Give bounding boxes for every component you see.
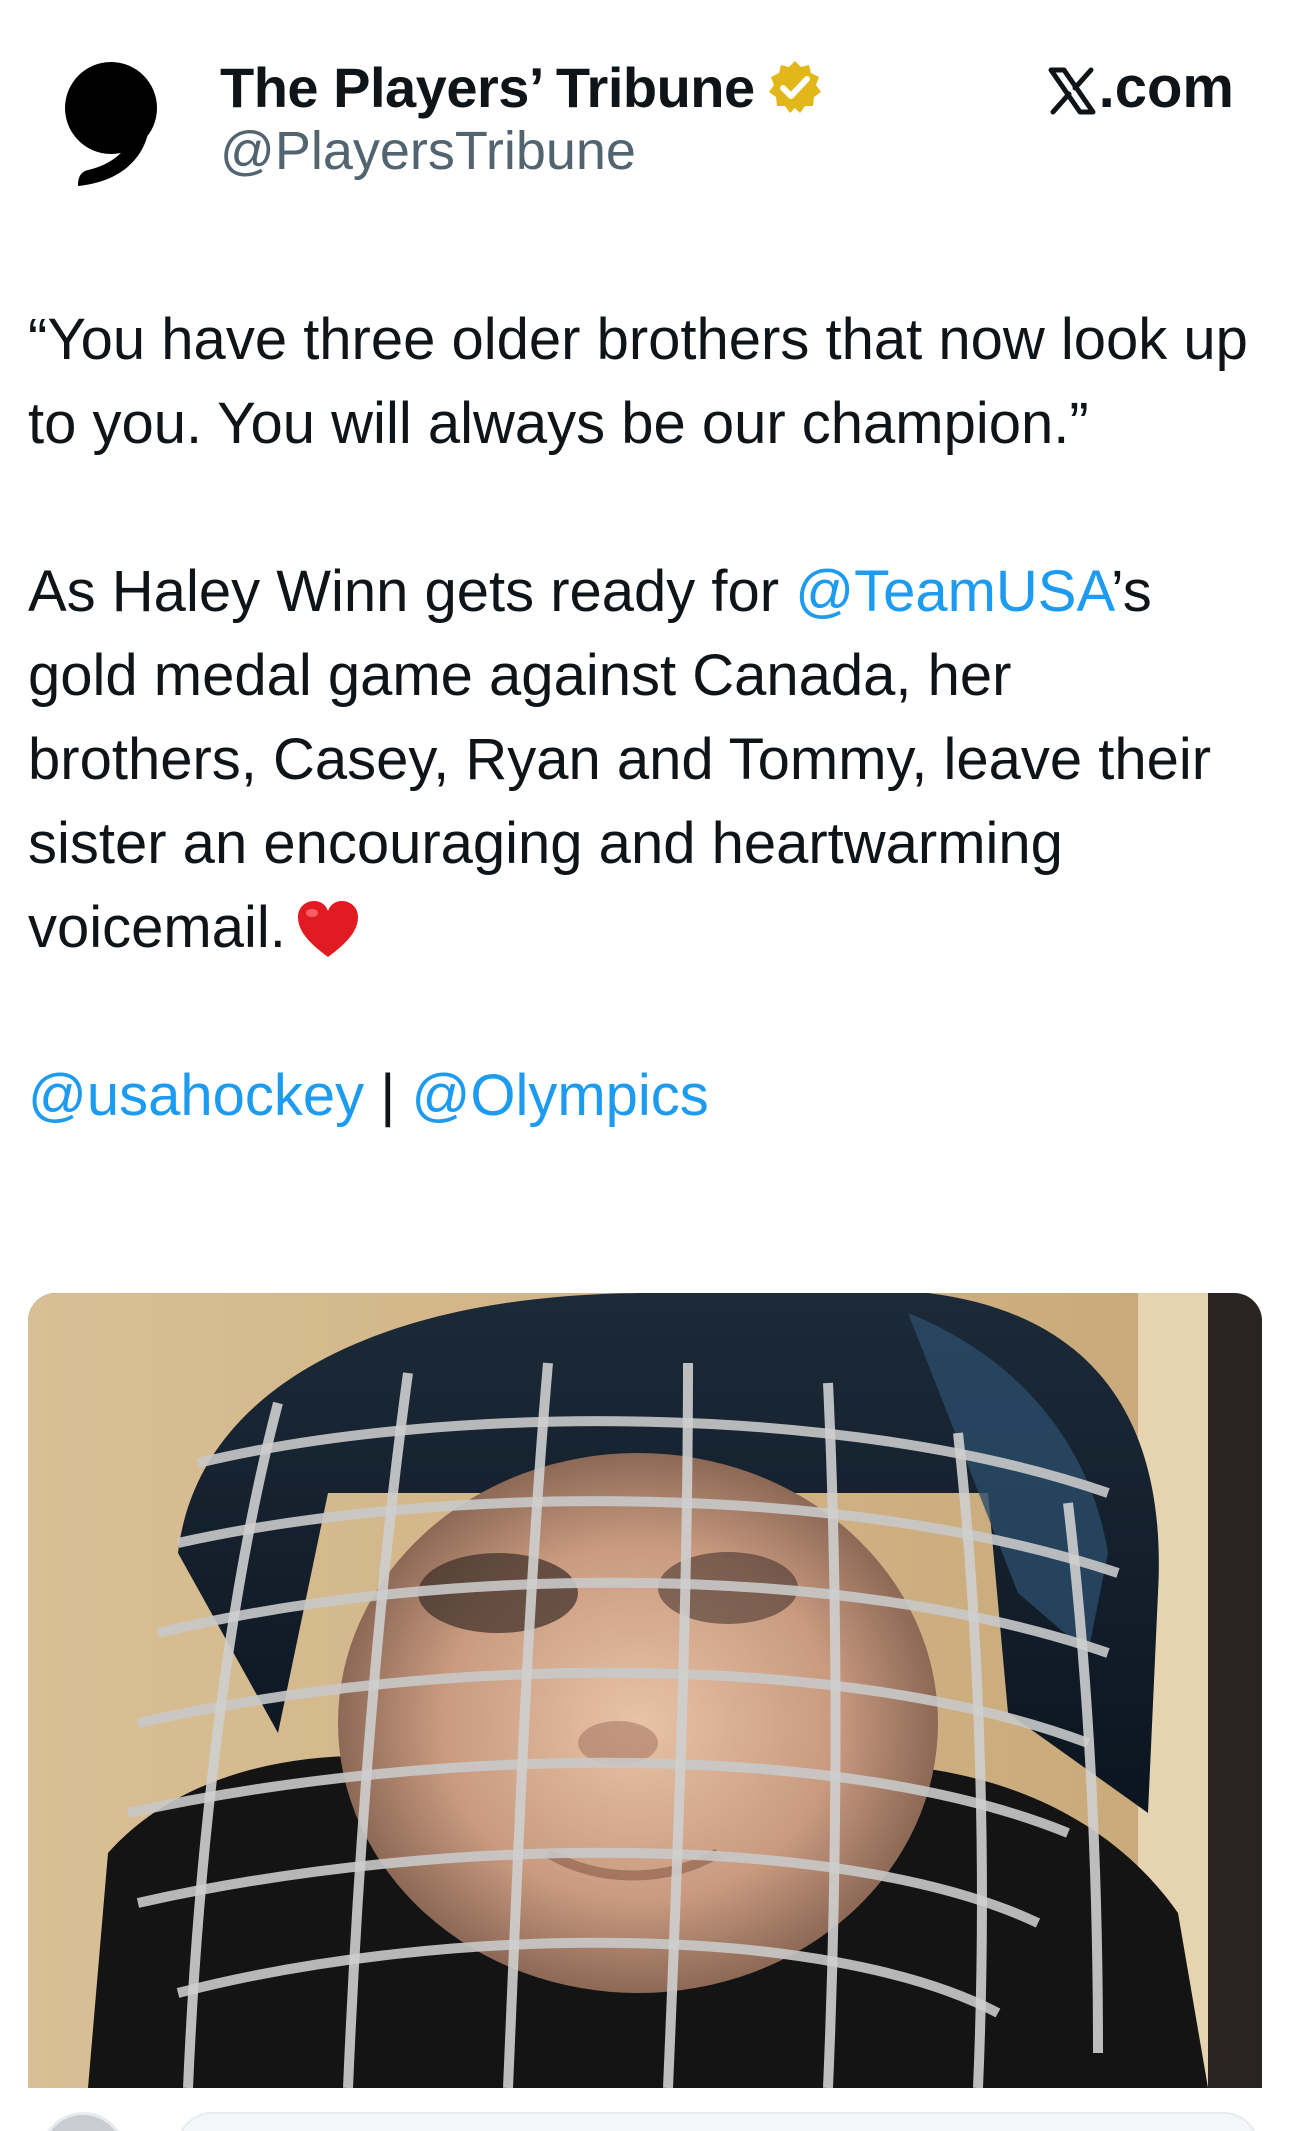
source-domain: .com	[1098, 55, 1234, 120]
account-name[interactable]: The Players’ Tribune	[220, 55, 755, 120]
account-name-row: The Players’ Tribune	[220, 52, 823, 122]
mention-olympics-link[interactable]: @Olympics	[411, 1063, 708, 1128]
source-label[interactable]: .com	[1047, 54, 1234, 121]
tweet-quote-paragraph: “You have three older brothers that now …	[28, 307, 1248, 456]
mention-usahockey-link[interactable]: @usahockey	[28, 1063, 364, 1128]
reply-avatar[interactable]	[40, 2112, 126, 2131]
tweet-text: “You have three older brothers that now …	[28, 298, 1248, 1138]
x-logo-icon	[1047, 63, 1097, 114]
text-segment: As Haley Winn gets ready for	[28, 559, 796, 624]
video-thumbnail[interactable]	[28, 1293, 1262, 2088]
tweet-description-paragraph: As Haley Winn gets ready for @TeamUSA’s …	[28, 550, 1248, 970]
tweet-card: The Players’ Tribune @PlayersTribune .co…	[0, 0, 1290, 2131]
reply-input[interactable]	[176, 2112, 1260, 2131]
avatar[interactable]	[58, 60, 164, 186]
quote-comma-logo-icon	[65, 62, 157, 186]
tweet-mentions-line: @usahockey | @Olympics	[28, 1054, 1248, 1138]
account-handle[interactable]: @PlayersTribune	[220, 120, 636, 182]
red-heart-icon	[296, 898, 360, 958]
mention-teamusa-link[interactable]: @TeamUSA	[795, 559, 1111, 624]
hockey-helmet-child-image	[28, 1293, 1262, 2088]
tweet-header: The Players’ Tribune @PlayersTribune .co…	[0, 0, 1290, 200]
mention-separator: |	[364, 1063, 412, 1128]
verified-badge-icon	[767, 59, 823, 115]
